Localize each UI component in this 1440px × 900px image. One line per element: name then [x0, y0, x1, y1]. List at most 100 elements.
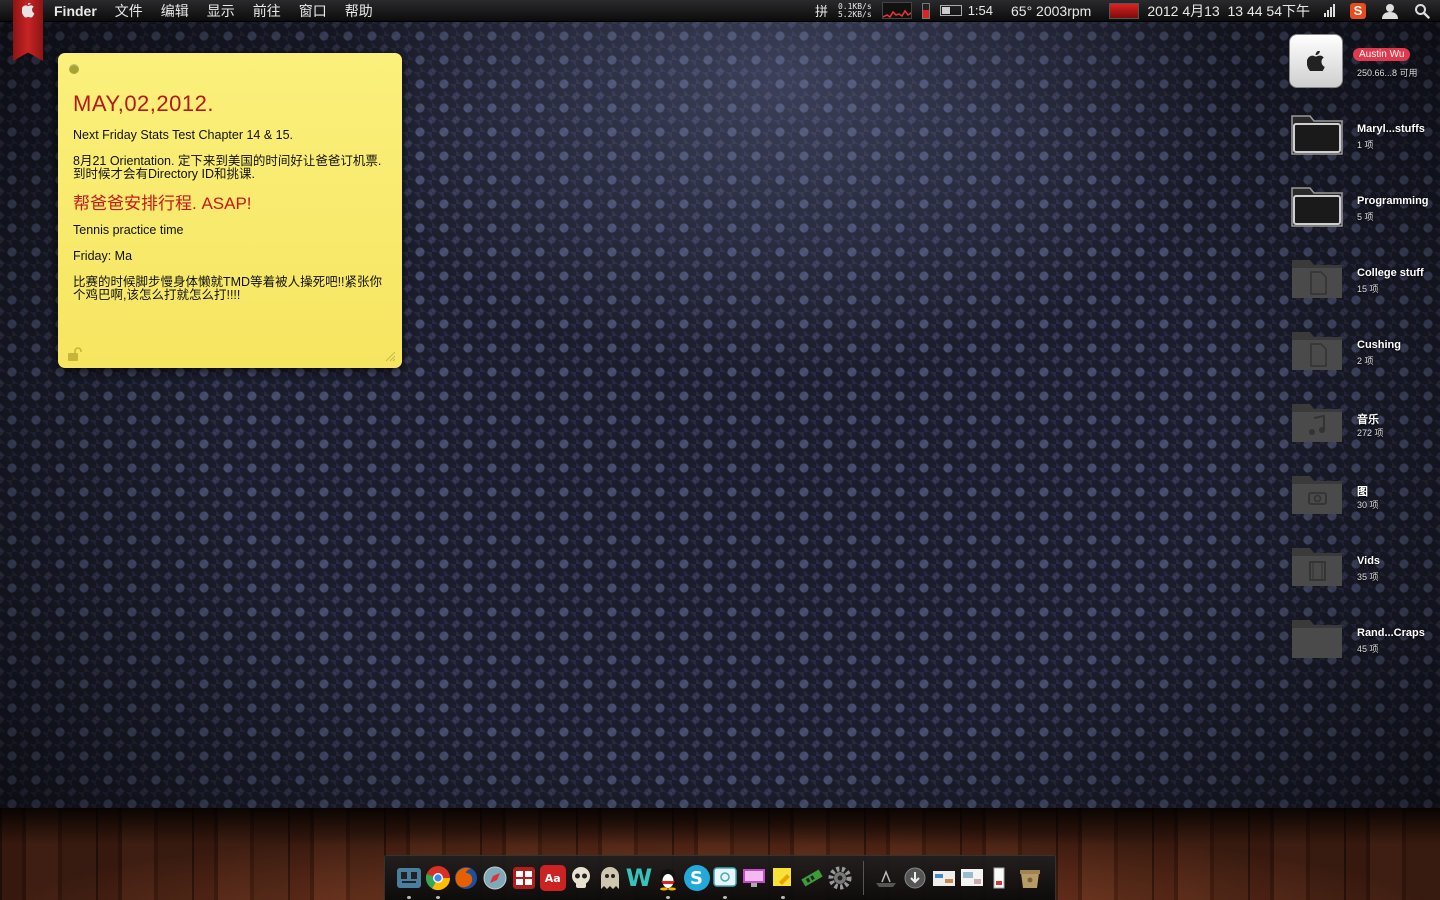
- note-pin-icon[interactable]: [69, 64, 79, 74]
- apple-icon: [21, 3, 34, 18]
- folder-name: Programming: [1357, 195, 1429, 207]
- photo-booth-icon: [512, 867, 535, 889]
- firefox-icon: [455, 867, 478, 889]
- skype-icon: S: [683, 865, 710, 891]
- cpu-meter-icon[interactable]: [1109, 2, 1140, 19]
- menu-help[interactable]: 帮助: [345, 1, 373, 21]
- safari-icon: [483, 866, 507, 890]
- desktop-folder[interactable]: Cushing 2 项: [1287, 322, 1437, 382]
- note-line: Next Friday Stats Test Chapter 14 & 15.: [73, 128, 294, 142]
- document-stack-icon: [932, 871, 955, 886]
- folder-name: 图: [1357, 486, 1368, 498]
- dock-skype[interactable]: S: [683, 863, 711, 893]
- menu-view[interactable]: 显示: [207, 1, 235, 21]
- dock-applications-stack[interactable]: [872, 863, 900, 893]
- running-indicator: [723, 896, 728, 899]
- dock-ghost-app[interactable]: [596, 863, 624, 893]
- dock-ram-app[interactable]: [798, 863, 826, 893]
- dock-trash[interactable]: [1016, 863, 1044, 893]
- folder-count: 5 项: [1357, 212, 1374, 222]
- apple-menu-ribbon[interactable]: [13, 0, 43, 61]
- movies-folder-icon: [1292, 548, 1342, 586]
- hard-drive-label: Austin Wu: [1353, 48, 1411, 61]
- menu-clock[interactable]: 2012 4月13 13 44 54下午: [1147, 1, 1310, 21]
- dock-stickies[interactable]: [769, 863, 797, 899]
- dock-finder[interactable]: [395, 863, 423, 899]
- desktop-folder[interactable]: 音乐 272 项: [1287, 394, 1437, 454]
- folder-count: 45 项: [1357, 644, 1379, 654]
- stickies-icon: [772, 868, 791, 886]
- note-line: Tennis practice time: [73, 223, 184, 237]
- dock-dictionary[interactable]: Aa: [539, 863, 567, 893]
- applications-stack-icon: [876, 869, 897, 887]
- sogou-input-icon[interactable]: S: [1350, 2, 1366, 19]
- dock-safari[interactable]: [481, 863, 509, 893]
- menu-bar: Finder 文件 编辑 显示 前往 窗口 帮助 拼 0.1KB/s 5.2KB…: [0, 0, 1440, 22]
- dock-skull-app[interactable]: [568, 863, 596, 893]
- document-folder-icon: [1292, 332, 1342, 370]
- desktop-folder[interactable]: College stuff 15 项: [1287, 250, 1437, 310]
- dock: Aa W S: [384, 855, 1056, 900]
- menu-app-name[interactable]: Finder: [54, 3, 97, 19]
- desktop-folder[interactable]: Rand...Craps 45 项: [1287, 610, 1437, 670]
- folder-icon: [1292, 620, 1342, 658]
- dock-files-stack[interactable]: [987, 863, 1015, 893]
- folder-icon: [1291, 115, 1343, 155]
- user-icon[interactable]: [1380, 3, 1400, 19]
- battery-icon[interactable]: [939, 5, 962, 16]
- hard-drive-icon: [1289, 34, 1345, 90]
- dock-system-preferences[interactable]: [826, 863, 854, 893]
- skull-icon: [572, 867, 591, 888]
- dock-document-stack[interactable]: [930, 863, 958, 893]
- dictionary-icon: Aa: [539, 865, 566, 891]
- ghost-icon: [601, 867, 620, 889]
- desktop-folder[interactable]: Maryl...stuffs 1 项: [1287, 106, 1437, 166]
- memory-icon: [800, 869, 823, 887]
- folder-name: Rand...Craps: [1357, 627, 1425, 639]
- desktop-folder[interactable]: Vids 35 项: [1287, 538, 1437, 598]
- network-graph-icon: [881, 2, 912, 19]
- note-line: Friday: Ma: [73, 249, 133, 263]
- spotlight-search-icon[interactable]: [1414, 3, 1430, 19]
- dock-pages[interactable]: [740, 863, 768, 893]
- unlock-icon[interactable]: [67, 347, 83, 361]
- resize-grip-icon[interactable]: [384, 350, 396, 362]
- dock-firefox[interactable]: [453, 863, 481, 893]
- desktop-folder[interactable]: 图 30 项: [1287, 466, 1437, 526]
- gear-icon: [828, 866, 852, 890]
- sticky-note[interactable]: MAY,02,2012. Next Friday Stats Test Chap…: [58, 53, 402, 368]
- dock-chrome[interactable]: [424, 863, 452, 899]
- desktop-folder[interactable]: Programming 5 项: [1287, 178, 1437, 238]
- net-download: 5.2KB/s: [837, 9, 872, 19]
- folder-name: Maryl...stuffs: [1357, 123, 1425, 135]
- menu-go[interactable]: 前往: [253, 1, 281, 21]
- menu-edit[interactable]: 编辑: [161, 1, 189, 21]
- chat-icon: [713, 867, 738, 887]
- dock-downloads-stack[interactable]: [901, 863, 929, 893]
- battery-time: 1:54: [967, 3, 993, 18]
- menu-window[interactable]: 窗口: [299, 1, 327, 21]
- folder-count: 35 项: [1357, 572, 1379, 582]
- word-icon: W: [625, 864, 653, 892]
- folder-count: 15 项: [1357, 284, 1379, 294]
- hard-drive-free-space: 250.66...8 可用: [1357, 68, 1418, 78]
- input-method-indicator[interactable]: 拼: [815, 1, 828, 20]
- dock-messages[interactable]: [711, 863, 739, 899]
- dock-photobooth[interactable]: [510, 863, 538, 893]
- dock-qq[interactable]: [654, 863, 682, 899]
- music-folder-icon: [1292, 404, 1342, 442]
- battery-level-icon: [921, 2, 930, 19]
- folder-name: 音乐: [1357, 414, 1379, 426]
- desktop-hard-drive[interactable]: Austin Wu 250.66...8 可用: [1287, 34, 1437, 94]
- folder-count: 1 项: [1357, 140, 1374, 150]
- network-speed[interactable]: 0.1KB/s 5.2KB/s: [837, 2, 872, 19]
- temp-fan-readout[interactable]: 65° 2003rpm: [1011, 3, 1091, 19]
- wifi-signal-icon[interactable]: [1324, 4, 1336, 17]
- folder-icon: [1291, 187, 1343, 227]
- menu-file[interactable]: 文件: [115, 1, 143, 21]
- dock-separator: [863, 861, 865, 895]
- dock-word-app[interactable]: W: [625, 863, 653, 893]
- trash-box-icon: [1019, 870, 1040, 888]
- running-indicator: [780, 896, 785, 899]
- dock-screenshots-stack[interactable]: [959, 863, 987, 893]
